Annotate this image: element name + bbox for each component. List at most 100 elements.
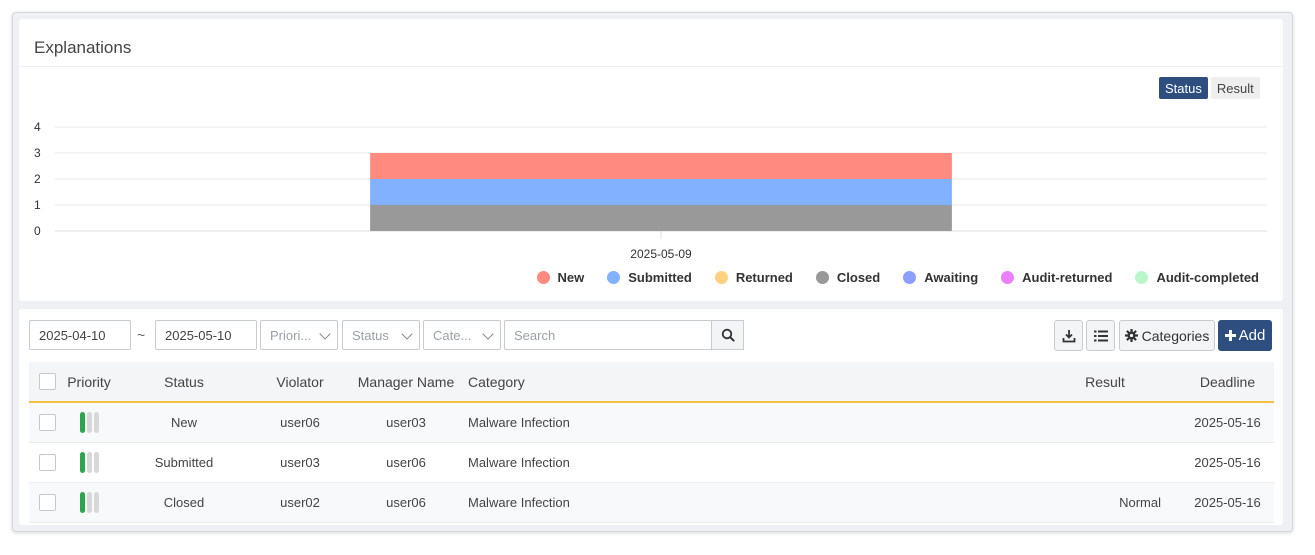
legend-label: Returned (735, 270, 793, 285)
legend-dot (903, 271, 917, 284)
legend-item-awaiting[interactable]: Awaiting (903, 270, 978, 285)
categories-button-label: Categories (1141, 327, 1210, 344)
priority-header[interactable]: Priority (65, 362, 113, 403)
violator-cell: user06 (255, 402, 345, 443)
bar-segment-closed[interactable] (370, 205, 952, 231)
add-button-label: Add (1238, 327, 1266, 344)
status-cell: Closed (113, 482, 255, 523)
result-header[interactable]: Result (1029, 362, 1181, 403)
legend-dot (1001, 271, 1015, 284)
manager-cell: user06 (345, 442, 467, 483)
download-icon (1062, 329, 1075, 342)
legend-dot (536, 271, 550, 284)
result-cell (1029, 402, 1181, 443)
search-button[interactable] (711, 320, 744, 350)
panel-title: Explanations (34, 38, 132, 57)
categories-button[interactable]: Categories (1119, 320, 1215, 351)
chart-panel: Explanations Status Result 0 1 2 3 4 2025-05-… (19, 19, 1283, 301)
category-select-label: Cate... (433, 327, 472, 343)
priority-bar (79, 452, 85, 473)
download-button[interactable] (1054, 320, 1083, 351)
priority-indicator (79, 492, 99, 513)
status-cell: New (113, 402, 255, 443)
date-range-separator: ~ (137, 327, 146, 343)
chevron-down-icon (482, 328, 494, 340)
bar-segment-new[interactable] (370, 153, 952, 179)
violator-header[interactable]: Violator (255, 362, 345, 403)
violator-cell: user03 (255, 442, 345, 483)
legend-item-returned[interactable]: Returned (714, 270, 793, 285)
legend-item-submitted[interactable]: Submitted (607, 270, 692, 285)
list-icon (1093, 330, 1108, 341)
date-from-input[interactable]: 2025-04-10 (29, 320, 131, 350)
manager-header[interactable]: Manager Name (345, 362, 467, 403)
add-button[interactable]: Add (1218, 320, 1272, 351)
select-all-checkbox[interactable] (38, 373, 56, 391)
table-row[interactable]: Closed user02 user06 Malware Infection Norma… (29, 482, 1274, 523)
y-tick-label: 2 (34, 172, 41, 186)
manager-cell: user03 (345, 402, 467, 443)
priority-bar (93, 452, 99, 473)
table-row[interactable]: New user06 user03 Malware Infection 2025-05-… (29, 402, 1274, 443)
legend-item-new[interactable]: New (536, 270, 584, 285)
row-select-cell (29, 482, 65, 523)
table-body: New user06 user03 Malware Infection 2025-05-… (29, 402, 1274, 523)
chevron-down-icon (401, 328, 413, 340)
gear-icon (1124, 329, 1138, 342)
legend-label: Submitted (628, 270, 692, 285)
result-toggle-button[interactable]: Result (1210, 77, 1260, 99)
y-tick-label: 1 (34, 198, 41, 212)
status-toggle-button[interactable]: Status (1159, 77, 1208, 99)
row-select-cell (29, 442, 65, 483)
priority-select[interactable]: Priori... (260, 320, 338, 350)
status-header[interactable]: Status (113, 362, 255, 403)
bar-segment-submitted[interactable] (370, 179, 952, 205)
row-checkbox[interactable] (38, 494, 56, 512)
legend-item-closed[interactable]: Closed (815, 270, 880, 285)
stacked-bar-chart: 0 1 2 3 4 2025-05-09 (34, 120, 1267, 259)
list-view-button[interactable] (1086, 320, 1115, 351)
table-header-row: Priority Status Violator Manager Name Ca… (29, 362, 1274, 403)
legend-label: Awaiting (924, 270, 979, 285)
y-tick-label: 0 (34, 224, 41, 238)
priority-bar (86, 492, 92, 513)
legend-dot (714, 271, 728, 284)
priority-select-label: Priori... (270, 327, 312, 343)
legend-dot (1135, 271, 1149, 284)
chevron-down-icon (319, 328, 331, 340)
status-select[interactable]: Status (342, 320, 420, 350)
result-cell: Normal (1029, 482, 1181, 523)
priority-cell (65, 442, 113, 483)
legend-dot (607, 271, 621, 284)
table-row[interactable]: Submitted user03 user06 Malware Infection 20… (29, 442, 1274, 483)
priority-bar (93, 412, 99, 433)
legend-item-audit-completed[interactable]: Audit-completed (1135, 270, 1259, 285)
legend-label: Audit-completed (1156, 270, 1259, 285)
category-header[interactable]: Category (467, 362, 1029, 403)
legend-label: Audit-returned (1022, 270, 1113, 285)
chart-mode-toggle: Status Result (1159, 77, 1260, 99)
row-checkbox[interactable] (38, 414, 56, 432)
explanations-table: Priority Status Violator Manager Name Ca… (29, 362, 1274, 523)
plus-icon (1224, 330, 1236, 341)
search-icon (721, 328, 735, 342)
search-input[interactable]: Search (504, 320, 712, 350)
priority-indicator (79, 452, 99, 473)
deadline-cell: 2025-05-16 (1181, 482, 1274, 523)
legend-item-audit-returned[interactable]: Audit-returned (1001, 270, 1112, 285)
category-cell: Malware Infection (467, 482, 1029, 523)
chart-legend: New Submitted Returned Closed Awaiting Audit-… (536, 270, 1259, 285)
x-tick-label: 2025-05-09 (630, 247, 692, 259)
priority-bar (93, 492, 99, 513)
priority-bar (79, 412, 85, 433)
violator-cell: user02 (255, 482, 345, 523)
priority-cell (65, 482, 113, 523)
select-all-cell (29, 362, 65, 403)
manager-cell: user06 (345, 482, 467, 523)
deadline-header[interactable]: Deadline (1181, 362, 1274, 403)
deadline-cell: 2025-05-16 (1181, 442, 1274, 483)
row-checkbox[interactable] (38, 454, 56, 472)
date-to-input[interactable]: 2025-05-10 (155, 320, 257, 350)
category-select[interactable]: Cate... (423, 320, 501, 350)
category-cell: Malware Infection (467, 402, 1029, 443)
